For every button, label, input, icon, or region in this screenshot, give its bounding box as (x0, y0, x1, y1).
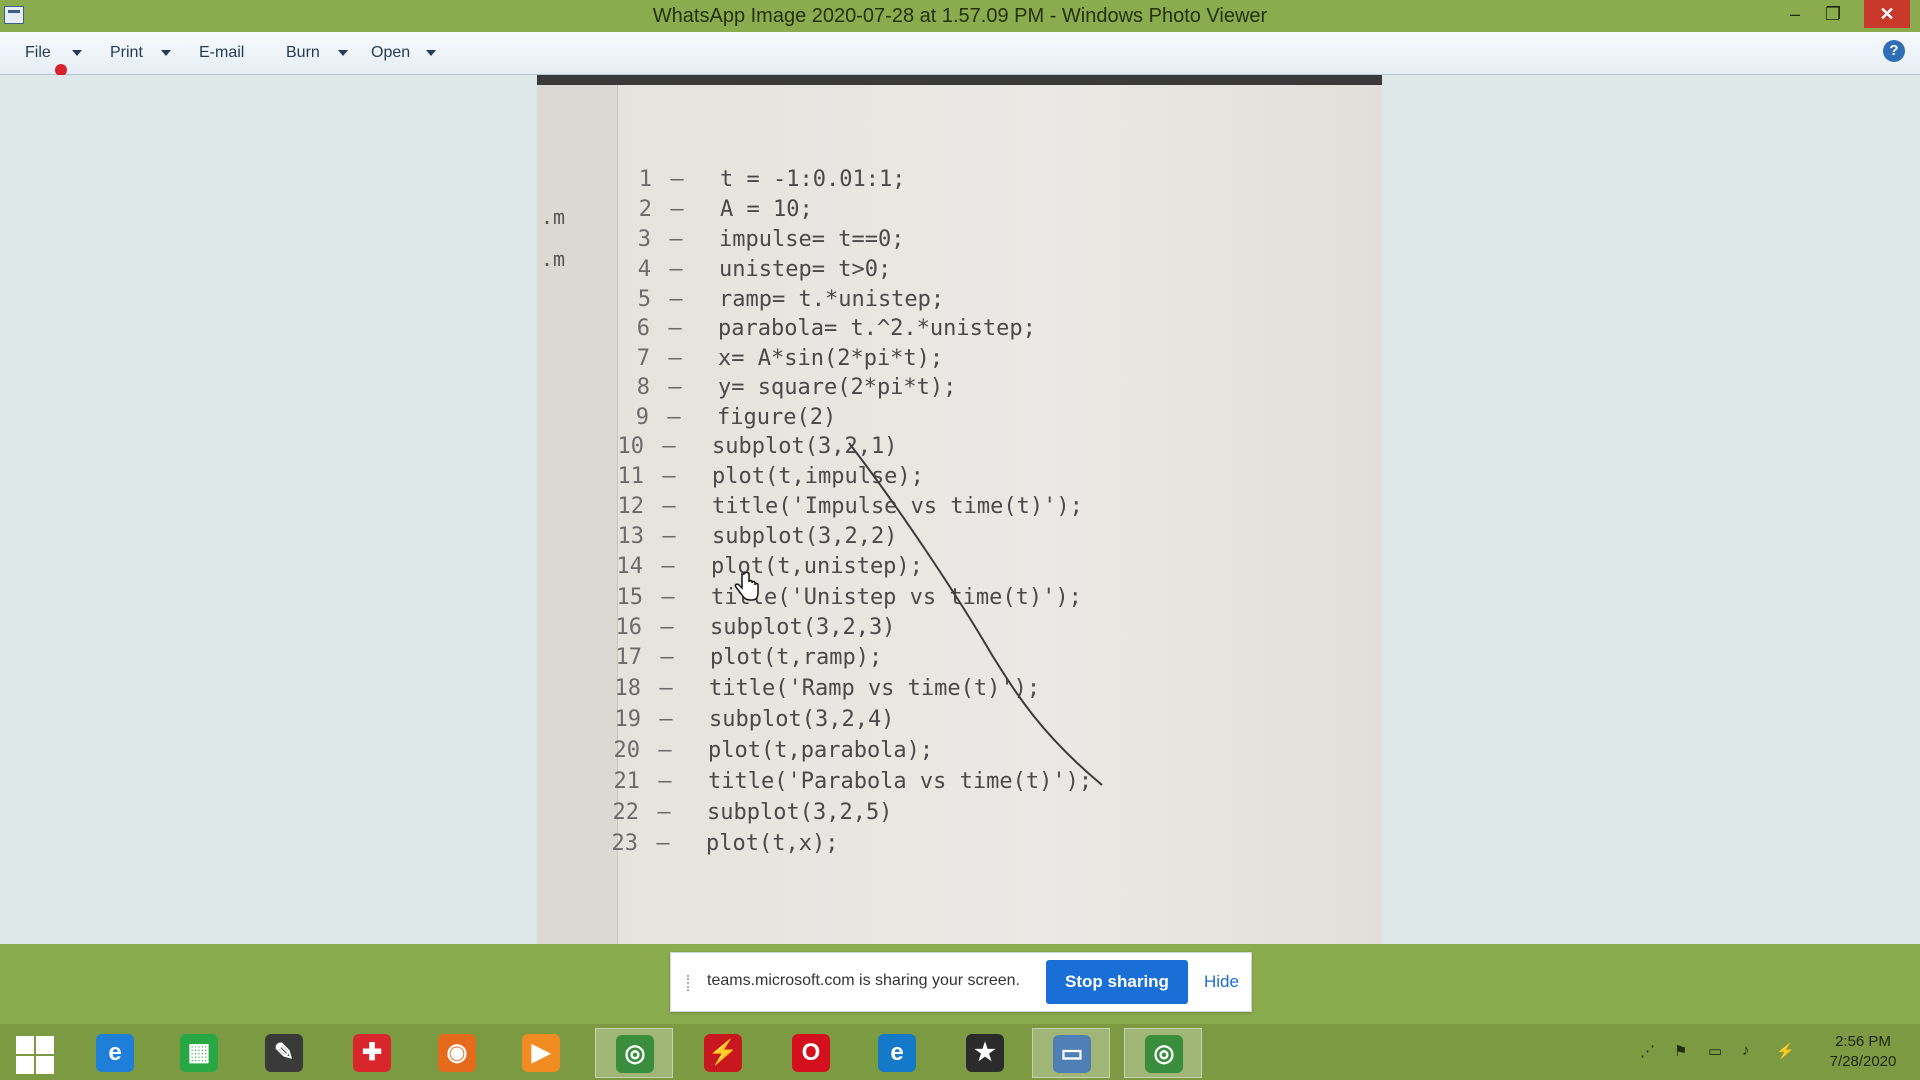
pen-stroke (848, 442, 1103, 786)
power-icon[interactable]: ⚡ (1776, 1042, 1795, 1060)
screen-sharing-notification: teams.microsoft.com is sharing your scre… (670, 952, 1252, 1012)
taskbar-app-button[interactable]: ★ (946, 1028, 1024, 1078)
taskbar-clock[interactable]: 2:56 PM 7/28/2020 (1820, 1032, 1906, 1072)
security-icon: ✚ (353, 1034, 391, 1072)
stop-sharing-button[interactable]: Stop sharing (1046, 960, 1188, 1004)
taskbar-app-button[interactable]: ◉ (418, 1028, 496, 1078)
clock-date: 7/28/2020 (1829, 1053, 1897, 1070)
open-dropdown-arrow-icon[interactable] (426, 50, 436, 56)
taskbar-app-button[interactable]: O (772, 1028, 850, 1078)
hand-cursor-icon (734, 572, 759, 601)
displayed-photo: .m .m 1– t = -1:0.01:1; 2– A = 10; 3– impulse… (537, 75, 1382, 944)
taskbar-app-button[interactable]: e (76, 1028, 154, 1078)
firefox-icon: ◉ (438, 1034, 476, 1072)
taskbar-app-button[interactable]: ▶ (502, 1028, 580, 1078)
drag-handle-icon[interactable] (687, 975, 697, 991)
store-icon: ▦ (180, 1034, 218, 1072)
opera-icon: O (792, 1034, 830, 1072)
taskbar-app-button[interactable]: ⚡ (684, 1028, 762, 1078)
restore-button[interactable]: ❐ (1814, 0, 1852, 28)
media-player-icon: ▶ (522, 1034, 560, 1072)
burn-dropdown-arrow-icon[interactable] (338, 50, 348, 56)
command-bar: File Print E-mail Burn Open (0, 32, 1920, 75)
file-dropdown-arrow-icon[interactable] (72, 50, 82, 56)
edge-icon: e (878, 1034, 916, 1072)
title-bar: WhatsApp Image 2020-07-28 at 1.57.09 PM … (0, 0, 1920, 32)
taskbar-app-button[interactable]: ◎ (595, 1028, 673, 1078)
burn-menu[interactable]: Burn (286, 44, 320, 62)
print-menu[interactable]: Print (110, 44, 143, 62)
app-icon: ✎ (265, 1034, 303, 1072)
hide-button[interactable]: Hide (1204, 972, 1239, 992)
taskbar-app-button[interactable]: ◎ (1124, 1028, 1202, 1078)
windows-start-icon[interactable] (14, 1034, 54, 1074)
taskbar-app-button[interactable]: ▭ (1032, 1028, 1110, 1078)
print-dropdown-arrow-icon[interactable] (161, 50, 171, 56)
chrome-icon: ◎ (616, 1035, 654, 1073)
photo-viewer-icon: ▭ (1053, 1035, 1091, 1073)
chrome-icon-2: ◎ (1145, 1035, 1183, 1073)
taskbar: e ▦ ✎ ✚ ◉ ▶ ◎ ⚡ Oe ★ ▭ ◎ ⋰ ⚑ ▭ ♪ ⚡ (0, 1024, 1920, 1080)
network-activity-icon[interactable]: ⋰ (1640, 1042, 1658, 1060)
sharing-message: teams.microsoft.com is sharing your scre… (707, 972, 1020, 989)
ie-icon: e (96, 1034, 134, 1072)
open-menu[interactable]: Open (371, 44, 410, 62)
help-icon[interactable]: ? (1883, 40, 1905, 62)
movie-maker-icon: ★ (966, 1034, 1004, 1072)
acrobat-icon: ⚡ (704, 1034, 742, 1072)
action-center-flag-icon[interactable]: ⚑ (1674, 1042, 1692, 1060)
network-icon[interactable]: ▭ (1708, 1042, 1726, 1060)
close-button[interactable]: ✕ (1864, 0, 1910, 28)
clock-time: 2:56 PM (1835, 1033, 1891, 1050)
taskbar-app-button[interactable]: e (858, 1028, 936, 1078)
volume-icon[interactable]: ♪ (1742, 1042, 1760, 1060)
file-menu[interactable]: File (25, 44, 51, 62)
taskbar-app-button[interactable]: ✎ (245, 1028, 323, 1078)
email-button[interactable]: E-mail (199, 44, 244, 62)
minimize-button[interactable]: – (1776, 0, 1814, 28)
taskbar-app-button[interactable]: ✚ (333, 1028, 411, 1078)
taskbar-app-button[interactable]: ▦ (160, 1028, 238, 1078)
window-title: WhatsApp Image 2020-07-28 at 1.57.09 PM … (652, 5, 1268, 27)
